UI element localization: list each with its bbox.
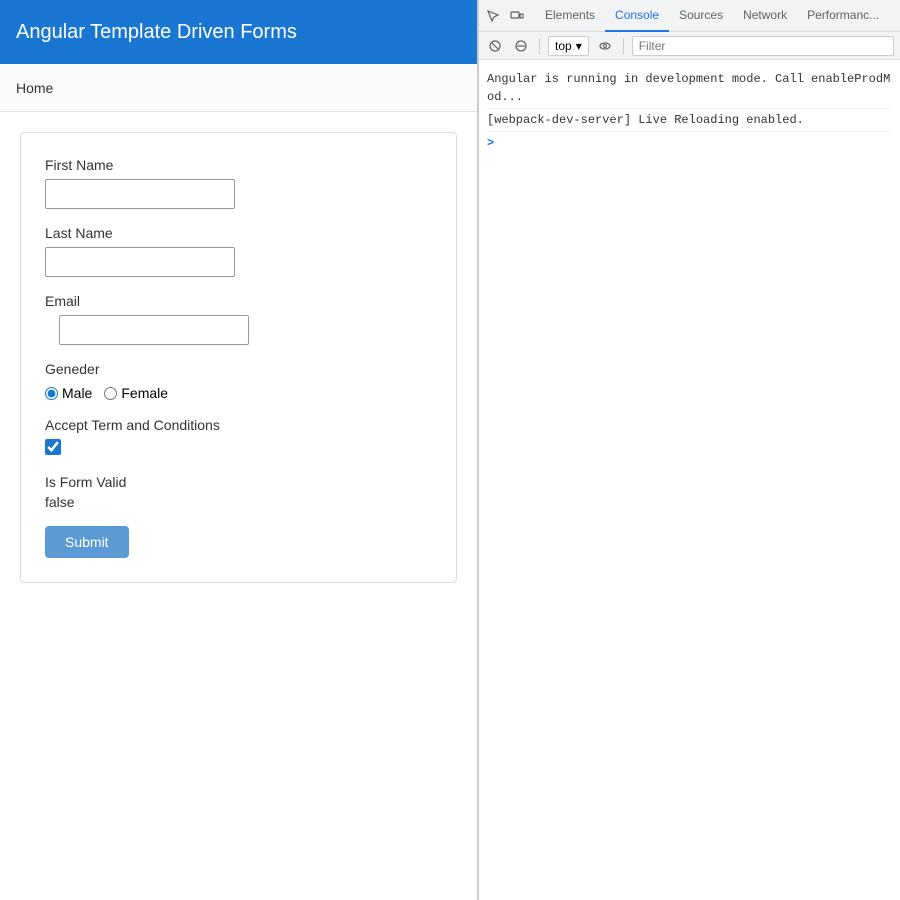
tab-network[interactable]: Network bbox=[733, 0, 797, 32]
tab-console[interactable]: Console bbox=[605, 0, 669, 32]
radio-male-option[interactable]: Male bbox=[45, 385, 92, 401]
radio-female-input[interactable] bbox=[104, 387, 117, 400]
accept-terms-checkbox[interactable] bbox=[45, 439, 61, 455]
tab-sources[interactable]: Sources bbox=[669, 0, 733, 32]
tab-elements[interactable]: Elements bbox=[535, 0, 605, 32]
radio-male-input[interactable] bbox=[45, 387, 58, 400]
app-content: First Name Last Name Email Geneder bbox=[0, 112, 477, 900]
console-output: Angular is running in development mode. … bbox=[479, 60, 900, 900]
first-name-label: First Name bbox=[45, 157, 432, 173]
radio-male-label: Male bbox=[62, 385, 92, 401]
submit-button[interactable]: Submit bbox=[45, 526, 129, 558]
email-label: Email bbox=[45, 293, 432, 309]
devtools-tab-icons bbox=[483, 6, 527, 26]
app-toolbar: Angular Template Driven Forms bbox=[0, 0, 477, 64]
context-selector-label: top bbox=[555, 39, 572, 53]
first-name-group: First Name bbox=[45, 157, 432, 209]
context-selector[interactable]: top ▾ bbox=[548, 36, 589, 56]
form-valid-value: false bbox=[45, 494, 432, 510]
last-name-input[interactable] bbox=[45, 247, 235, 277]
accept-terms-label: Accept Term and Conditions bbox=[45, 417, 432, 433]
toolbar-separator bbox=[539, 38, 540, 54]
app-panel: Angular Template Driven Forms Home First… bbox=[0, 0, 478, 900]
email-group: Email bbox=[45, 293, 432, 345]
first-name-input[interactable] bbox=[45, 179, 235, 209]
toolbar-separator-2 bbox=[623, 38, 624, 54]
console-line-2: [webpack-dev-server] Live Reloading enab… bbox=[487, 109, 892, 132]
devtools-panel: Elements Console Sources Network Perform… bbox=[478, 0, 900, 900]
form-valid-section: Is Form Valid false bbox=[45, 474, 432, 510]
tab-performance[interactable]: Performanc... bbox=[797, 0, 889, 32]
gender-group: Geneder Male Female bbox=[45, 361, 432, 401]
radio-group: Male Female bbox=[45, 385, 432, 401]
inspect-icon[interactable] bbox=[483, 6, 503, 26]
eye-icon[interactable] bbox=[595, 36, 615, 56]
filter-input[interactable] bbox=[632, 36, 894, 56]
console-line-1: Angular is running in development mode. … bbox=[487, 68, 892, 109]
context-dropdown-icon: ▾ bbox=[576, 39, 582, 53]
app-nav: Home bbox=[0, 64, 477, 112]
radio-female-option[interactable]: Female bbox=[104, 385, 168, 401]
radio-female-label: Female bbox=[121, 385, 168, 401]
last-name-label: Last Name bbox=[45, 225, 432, 241]
form-valid-label: Is Form Valid bbox=[45, 474, 432, 490]
console-prompt[interactable]: > bbox=[487, 136, 892, 150]
clear-console-button[interactable] bbox=[485, 36, 505, 56]
device-toggle-icon[interactable] bbox=[507, 6, 527, 26]
accept-terms-group: Accept Term and Conditions bbox=[45, 417, 432, 458]
devtools-tabs-bar: Elements Console Sources Network Perform… bbox=[479, 0, 900, 32]
nav-home-link[interactable]: Home bbox=[16, 80, 53, 96]
email-input[interactable] bbox=[59, 315, 249, 345]
form-card: First Name Last Name Email Geneder bbox=[20, 132, 457, 583]
app-title: Angular Template Driven Forms bbox=[16, 21, 297, 44]
last-name-group: Last Name bbox=[45, 225, 432, 277]
gender-label: Geneder bbox=[45, 361, 432, 377]
devtools-console-toolbar: top ▾ bbox=[479, 32, 900, 60]
block-icon[interactable] bbox=[511, 36, 531, 56]
